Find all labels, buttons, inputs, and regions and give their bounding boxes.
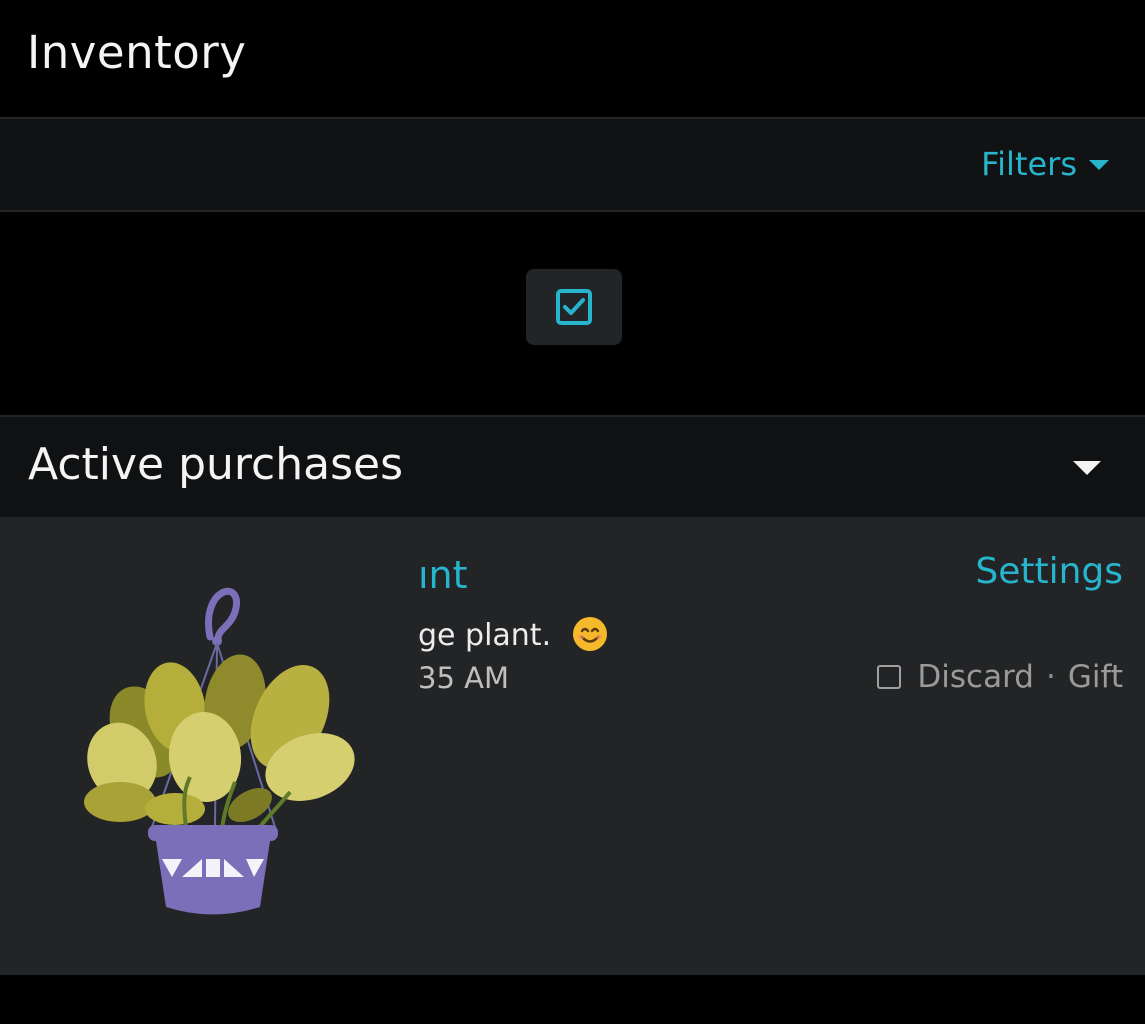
filters-button[interactable]: Filters	[981, 145, 1109, 183]
discard-link[interactable]: Discard	[917, 659, 1034, 695]
app-header: Inventory	[0, 0, 1145, 117]
item-description-text: ge plant.	[418, 618, 552, 653]
purchase-card: ınt ge plant. 35 AM Settings Discard · G…	[0, 517, 1145, 975]
inventory-page: Inventory Filters Active purchases ınt g…	[0, 0, 1145, 1024]
active-purchases-header[interactable]: Active purchases	[0, 415, 1145, 517]
settings-link[interactable]: Settings	[975, 551, 1123, 592]
hanging-plant-image	[84, 587, 355, 915]
section-title: Active purchases	[28, 439, 403, 490]
checkbox-checked-icon	[556, 289, 592, 325]
gift-link[interactable]: Gift	[1068, 659, 1123, 695]
filters-bar: Filters	[0, 117, 1145, 212]
filters-label: Filters	[981, 145, 1077, 183]
separator: ·	[1045, 659, 1056, 695]
item-description: ge plant.	[418, 615, 609, 653]
item-timestamp: 35 AM	[418, 661, 509, 695]
item-title[interactable]: ınt	[418, 553, 468, 597]
smiling-face-icon	[572, 617, 607, 651]
caret-down-icon[interactable]	[1073, 461, 1101, 475]
caret-down-icon	[1089, 160, 1109, 170]
item-actions: Discard · Gift	[877, 659, 1123, 695]
bottom-area	[0, 975, 1145, 1024]
select-mode-button[interactable]	[526, 269, 622, 345]
selection-area	[0, 212, 1145, 415]
page-title: Inventory	[27, 26, 247, 79]
discard-checkbox[interactable]	[877, 665, 902, 689]
